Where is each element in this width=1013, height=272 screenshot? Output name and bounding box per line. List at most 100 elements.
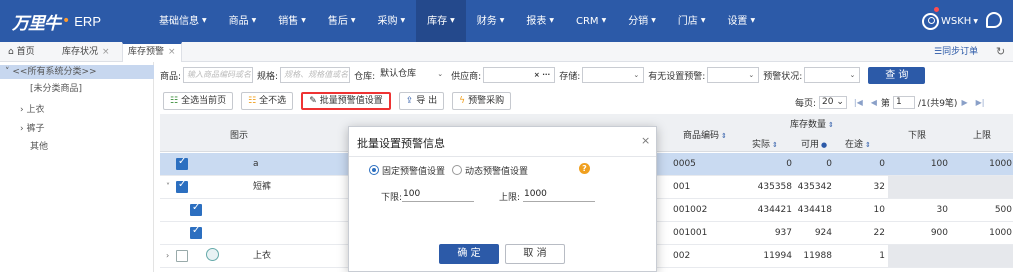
- chevron-down-icon: ▼: [301, 17, 306, 24]
- prev-page-icon[interactable]: ◀: [871, 98, 877, 107]
- cell-in-transit: 32: [873, 182, 885, 192]
- row-checkbox[interactable]: [176, 179, 188, 193]
- menu-item-after-sales[interactable]: 售后 ▼: [317, 0, 367, 42]
- lightning-icon: ϟ: [459, 96, 466, 106]
- lower-limit-input[interactable]: 100: [402, 187, 474, 202]
- chevron-down-icon: ▼: [450, 17, 455, 24]
- chevron-down-icon: ⌄: [633, 71, 640, 79]
- cell-lower: 100: [930, 159, 948, 169]
- per-page-select[interactable]: 20 ⌄: [819, 95, 847, 109]
- col-actual[interactable]: 实际 ⇕: [752, 137, 778, 150]
- expand-icon[interactable]: ›: [166, 245, 169, 267]
- last-page-icon[interactable]: ▶|: [976, 98, 985, 107]
- select-current-page-button[interactable]: ☷ 全选当前页: [163, 92, 234, 110]
- chevron-down-icon: ▼: [549, 17, 554, 24]
- tree-item-all[interactable]: ˅ <<所有系统分类>>: [0, 65, 154, 79]
- chat-icon[interactable]: [986, 12, 1002, 28]
- tab-home[interactable]: ⌂ 首页: [8, 42, 35, 62]
- spec-search-input[interactable]: 规格、规格值或名: [280, 67, 351, 83]
- page-prefix: 第: [880, 98, 890, 109]
- row-checkbox[interactable]: [190, 225, 202, 239]
- alert-status-select[interactable]: ⌄: [804, 67, 861, 83]
- menu-item-sales[interactable]: 销售 ▼: [267, 0, 317, 42]
- app-logo[interactable]: 万里牛 • ERP: [12, 9, 101, 34]
- upper-limit-input[interactable]: 1000: [523, 187, 595, 202]
- radio-fixed-alert[interactable]: 固定预警值设置: [369, 164, 445, 177]
- tree-item-pants[interactable]: › 裤子: [20, 122, 45, 136]
- cell-code: 0005: [673, 159, 696, 169]
- tree-item-uncategorized[interactable]: [未分类商品]: [30, 82, 82, 96]
- close-icon[interactable]: ×: [102, 47, 110, 57]
- alert-purchase-button[interactable]: ϟ 预警采购: [452, 92, 512, 110]
- next-page-icon[interactable]: ▶: [961, 98, 967, 107]
- sort-icon: ⇕: [828, 121, 834, 129]
- col-code[interactable]: 商品编码 ⇕: [683, 128, 727, 141]
- menu-item-inventory[interactable]: 库存 ▼: [416, 0, 466, 42]
- grid-toolbar: ☷ 全选当前页 ☷ 全不选 ✎ 批量预警值设置 ⇪ 导 出 ϟ 预警采购: [163, 92, 519, 110]
- help-icon[interactable]: ?: [579, 163, 590, 174]
- expand-icon[interactable]: ›: [20, 124, 24, 134]
- has-alert-select[interactable]: ⌄: [707, 67, 760, 83]
- alert-status-label: 预警状况:: [763, 71, 803, 82]
- menu-item-reports[interactable]: 报表 ▼: [515, 0, 565, 42]
- menu-item-settings[interactable]: 设置 ▼: [716, 0, 766, 42]
- menu-item-purchase[interactable]: 采购 ▼: [367, 0, 417, 42]
- chevron-down-icon: ⌄: [748, 71, 755, 79]
- collapse-icon[interactable]: ˅: [166, 176, 170, 198]
- radio-dynamic-alert[interactable]: 动态预警值设置: [452, 164, 528, 177]
- cell-name: a: [253, 159, 259, 169]
- sort-icon: ⇕: [865, 141, 871, 149]
- cell-actual: 937: [774, 228, 792, 238]
- chevron-down-icon: ▼: [651, 17, 656, 24]
- clear-more-icon[interactable]: × ···: [534, 68, 550, 82]
- warehouse-select[interactable]: 默认仓库 ⌄: [377, 67, 448, 83]
- radio-unselected-icon: [452, 165, 462, 175]
- per-page-label: 每页:: [795, 98, 817, 109]
- row-checkbox[interactable]: [176, 250, 188, 262]
- has-alert-label: 有无设置预警:: [648, 71, 706, 82]
- cancel-button[interactable]: 取 消: [505, 244, 565, 264]
- area-select[interactable]: ⌄: [582, 67, 645, 83]
- category-tree: ˅ <<所有系统分类>> [未分类商品] › 上衣 › 裤子 其他: [0, 62, 154, 272]
- col-available[interactable]: 可用 ●: [801, 137, 827, 150]
- menu-item-stores[interactable]: 门店 ▼: [667, 0, 717, 42]
- cell-name: 上衣: [253, 251, 272, 261]
- close-icon[interactable]: ×: [641, 134, 650, 147]
- col-upper: 上限: [973, 131, 992, 141]
- user-menu[interactable]: WSKH ▼: [922, 10, 978, 32]
- radio-selected-icon: [369, 165, 379, 175]
- tree-item-tops[interactable]: › 上衣: [20, 103, 45, 117]
- confirm-button[interactable]: 确 定: [439, 244, 499, 264]
- batch-alert-dialog: 批量设置预警信息 × 固定预警值设置 动态预警值设置 ? 下限: 100 上限:…: [348, 126, 657, 272]
- row-checkbox[interactable]: [176, 156, 188, 170]
- cell-available: 924: [814, 228, 832, 238]
- sync-orders-link[interactable]: ☰同步订单: [934, 42, 978, 62]
- expand-icon[interactable]: ›: [20, 105, 24, 115]
- tree-item-other[interactable]: 其他: [30, 140, 48, 154]
- cell-code: 001: [673, 182, 691, 192]
- cell-in-transit: 1: [879, 251, 885, 261]
- menu-item-products[interactable]: 商品 ▼: [218, 0, 268, 42]
- export-button[interactable]: ⇪ 导 出: [398, 92, 445, 110]
- refresh-icon[interactable]: ↻: [996, 45, 1005, 58]
- page-total: /1(共9笔): [917, 98, 958, 109]
- product-search-input[interactable]: 输入商品编码或名: [183, 67, 254, 83]
- page-number-input[interactable]: 1: [892, 95, 915, 109]
- menu-item-basic-info[interactable]: 基础信息 ▼: [148, 0, 218, 42]
- close-icon[interactable]: ×: [168, 47, 176, 57]
- supplier-select[interactable]: × ···: [483, 67, 556, 83]
- tab-stock-alert[interactable]: 库存预警 ×: [122, 42, 182, 62]
- cell-in-transit: 22: [873, 228, 885, 238]
- row-checkbox[interactable]: [190, 202, 202, 216]
- batch-alert-setting-button[interactable]: ✎ 批量预警值设置: [301, 92, 391, 110]
- deselect-all-button[interactable]: ☷ 全不选: [241, 92, 294, 110]
- menu-item-finance[interactable]: 财务 ▼: [466, 0, 516, 42]
- tab-bar: ⌂ 首页 库存状况 × 库存预警 × ☰同步订单 ↻: [0, 42, 1013, 62]
- first-page-icon[interactable]: |◀: [854, 98, 863, 107]
- col-in-transit[interactable]: 在途 ⇕: [845, 137, 871, 150]
- tab-stock-status[interactable]: 库存状况 ×: [62, 42, 110, 62]
- query-button[interactable]: 查 询: [868, 66, 926, 84]
- menu-item-crm[interactable]: CRM ▼: [565, 0, 617, 42]
- collapse-icon[interactable]: ˅: [5, 67, 10, 77]
- menu-item-distribution[interactable]: 分销 ▼: [617, 0, 667, 42]
